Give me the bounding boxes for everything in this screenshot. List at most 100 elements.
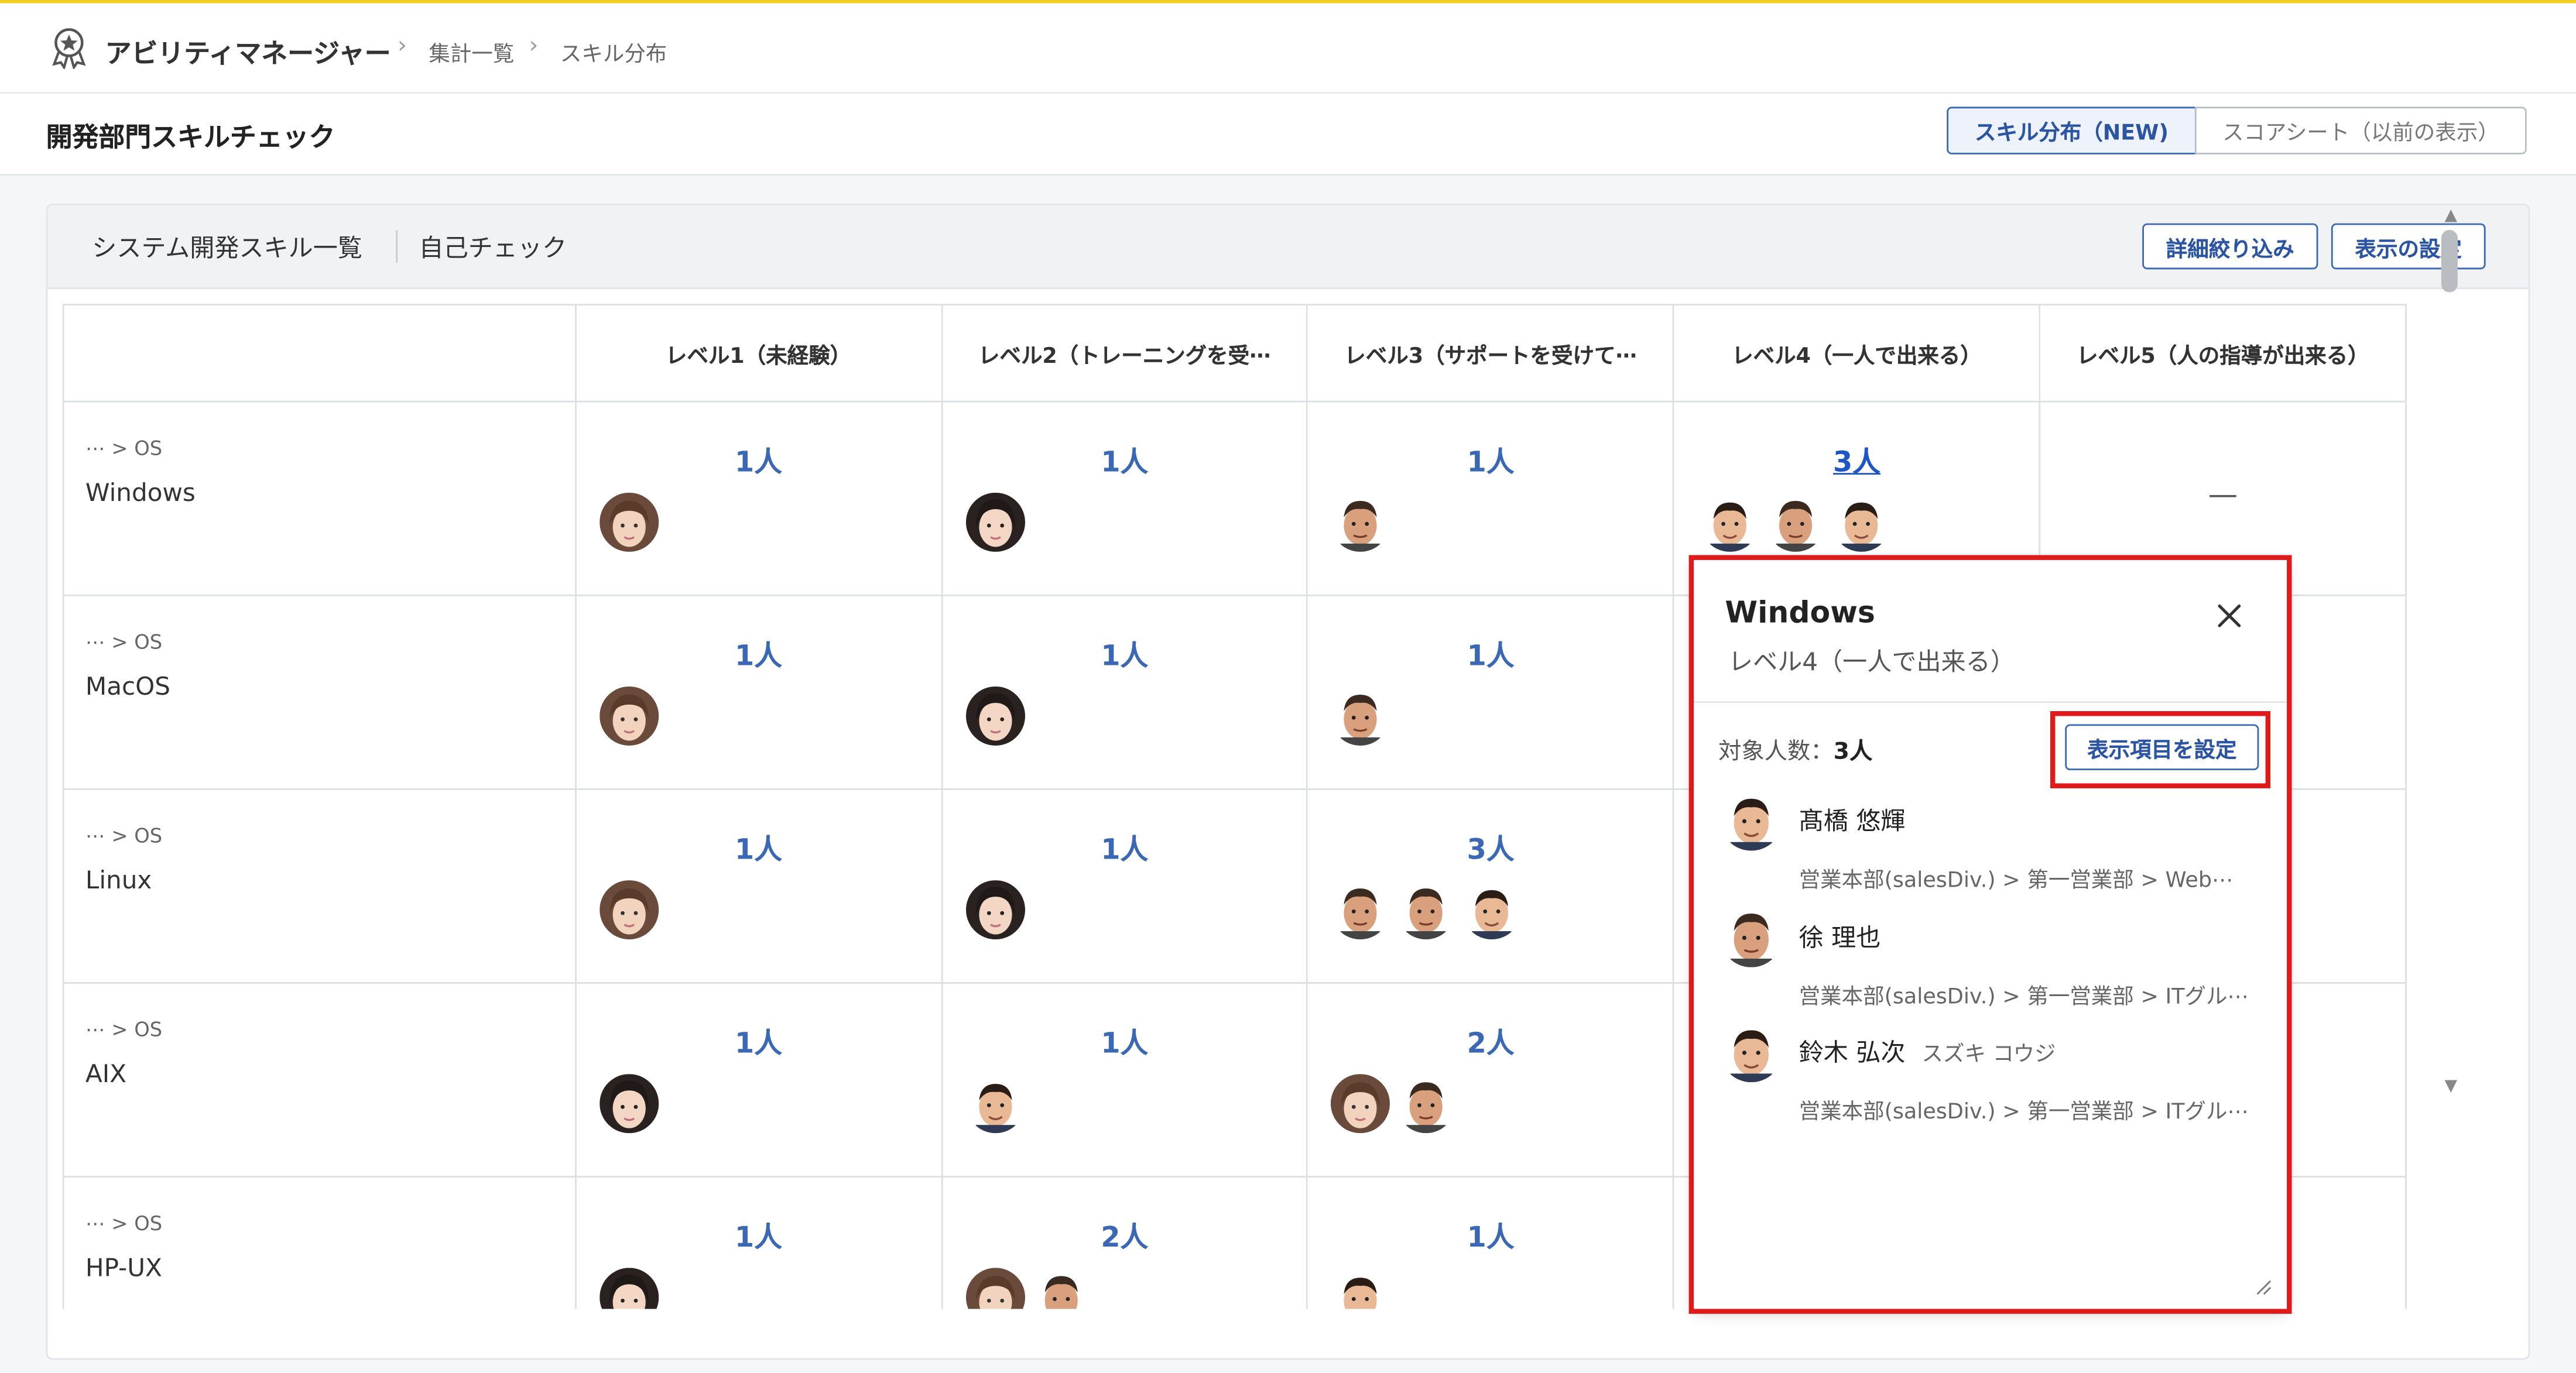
avatar[interactable] xyxy=(1031,1268,1090,1309)
member-count-link[interactable]: 1人 xyxy=(576,1214,941,1255)
avatar[interactable] xyxy=(1397,880,1456,939)
skill-path: ⋯ > OS xyxy=(85,1211,163,1235)
member-count-value: 3人 xyxy=(1833,739,1873,766)
column-header: レベル1（未経験） xyxy=(574,304,943,403)
avatar xyxy=(1720,788,1783,851)
award-ribbon-icon xyxy=(52,28,86,69)
view-skill-distribution-button[interactable]: スキル分布（NEW) xyxy=(1947,107,2197,155)
member-count-label: 対象人数：3人 xyxy=(1718,734,1872,767)
member-count-link[interactable]: 1人 xyxy=(1308,632,1673,673)
avatar[interactable] xyxy=(600,880,659,939)
skill-name: HP-UX xyxy=(85,1253,162,1283)
level-cell: 2人 xyxy=(1307,982,1675,1178)
avatar[interactable] xyxy=(965,686,1025,746)
member-kana: スズキ コウジ xyxy=(1921,1042,2056,1067)
app-window: アビリティマネージャー › 集計一覧 › スキル分布 開発部門スキルチェック ス… xyxy=(0,0,2576,1373)
avatar[interactable] xyxy=(600,493,659,552)
level-cell: 1人 xyxy=(1307,400,1675,596)
avatar xyxy=(1720,905,1783,967)
avatar[interactable] xyxy=(1331,1268,1390,1309)
scroll-down-arrow-icon[interactable]: ▼ xyxy=(2444,1077,2457,1096)
level-cell: 1人 xyxy=(1307,1176,1675,1309)
skill-name: AIX xyxy=(85,1059,126,1089)
popup-title: Windows xyxy=(1725,596,1875,631)
avatar[interactable] xyxy=(965,1268,1025,1309)
member-count-link[interactable]: 2人 xyxy=(943,1214,1307,1255)
scroll-up-arrow-icon[interactable]: ▲ xyxy=(2444,207,2457,225)
table-header-row: レベル1（未経験） レベル2（トレーニングを受⋯ レベル3（サポートを受けて⋯ … xyxy=(62,304,2407,403)
column-header: レベル3（サポートを受けて⋯ xyxy=(1307,304,1675,403)
level-cell: 1人 xyxy=(574,400,943,596)
member-count-link[interactable]: 1人 xyxy=(943,1020,1307,1061)
breadcrumb-skill-distribution: スキル分布 xyxy=(560,42,667,68)
divider xyxy=(1694,701,2287,703)
member-count-link[interactable]: 3人 xyxy=(1674,438,2039,479)
member-count-link[interactable]: 1人 xyxy=(943,632,1307,673)
configure-display-items-button[interactable]: 表示項目を設定 xyxy=(2065,724,2259,771)
member-count-link[interactable]: 1人 xyxy=(576,826,941,867)
avatar[interactable] xyxy=(965,493,1025,552)
divider xyxy=(396,229,398,263)
level-cell: 2人 xyxy=(940,1176,1308,1309)
empty-value: — xyxy=(2208,478,2238,513)
member-item[interactable]: 徐 理也 営業本部(salesDiv.) > 第一営業部 > ITグル⋯ xyxy=(1720,905,2279,1010)
panel-header: システム開発スキル一覧 自己チェック 詳細絞り込み 表示の設定 xyxy=(47,205,2529,289)
avatar[interactable] xyxy=(600,686,659,746)
member-full-name: 徐 理也 xyxy=(1799,923,1881,953)
close-icon[interactable] xyxy=(2207,593,2253,639)
member-item[interactable]: 髙橋 悠輝 営業本部(salesDiv.) > 第一営業部 > Web⋯ xyxy=(1720,788,2279,894)
level-cell: 1人 xyxy=(574,1176,943,1309)
avatar[interactable] xyxy=(1766,493,1825,552)
avatar[interactable] xyxy=(1331,686,1390,746)
member-count-link[interactable]: 1人 xyxy=(943,826,1307,867)
skill-name: MacOS xyxy=(85,671,171,702)
skill-path: ⋯ > OS xyxy=(85,824,163,847)
skill-path: ⋯ > OS xyxy=(85,1018,163,1042)
level-cell: 1人 xyxy=(940,400,1308,596)
member-full-name: 髙橋 悠輝 xyxy=(1799,806,1906,836)
avatar[interactable] xyxy=(1463,880,1522,939)
member-item[interactable]: 鈴木 弘次 スズキ コウジ 営業本部(salesDiv.) > 第一営業部 > I… xyxy=(1720,1020,2279,1125)
column-header: レベル4（一人で出来る） xyxy=(1673,304,2041,403)
member-count-link[interactable]: 1人 xyxy=(1308,438,1673,479)
member-count-link[interactable]: 2人 xyxy=(1308,1020,1673,1061)
breadcrumb-summary-list[interactable]: 集計一覧 xyxy=(429,36,514,67)
member-count-link[interactable]: 1人 xyxy=(943,438,1307,479)
level-cell: 1人 xyxy=(574,982,943,1178)
member-detail-popup: Windows レベル4（一人で出来る） 対象人数：3人 表示項目を設定 髙橋 … xyxy=(1694,560,2287,1309)
view-score-sheet-button[interactable]: スコアシート（以前の表示） xyxy=(2194,107,2527,155)
app-title[interactable]: アビリティマネージャー xyxy=(105,31,391,70)
member-department: 営業本部(salesDiv.) > 第一営業部 > Web⋯ xyxy=(1799,869,2234,894)
member-count-link[interactable]: 1人 xyxy=(576,632,941,673)
member-count-link[interactable]: 1人 xyxy=(1308,1214,1673,1255)
skill-cell: ⋯ > OS MacOS xyxy=(62,594,577,790)
column-header: レベル5（人の指導が出来る） xyxy=(2039,304,2407,403)
level-cell: 1人 xyxy=(940,594,1308,790)
app-header: アビリティマネージャー › 集計一覧 › スキル分布 xyxy=(0,3,2576,94)
avatar[interactable] xyxy=(1331,493,1390,552)
member-full-name: 鈴木 弘次 xyxy=(1799,1038,1906,1067)
display-settings-button[interactable]: 表示の設定 xyxy=(2331,223,2486,270)
avatar[interactable] xyxy=(965,1074,1025,1133)
level-cell: 1人 xyxy=(574,788,943,984)
avatar[interactable] xyxy=(1397,1074,1456,1133)
skill-name: Windows xyxy=(85,478,196,508)
avatar[interactable] xyxy=(1331,1074,1390,1133)
avatar[interactable] xyxy=(965,880,1025,939)
filter-button[interactable]: 詳細絞り込み xyxy=(2142,223,2318,270)
member-count-link[interactable]: 1人 xyxy=(576,1020,941,1061)
member-count-link[interactable]: 1人 xyxy=(576,438,941,479)
avatar[interactable] xyxy=(1331,880,1390,939)
resize-handle-icon[interactable] xyxy=(2252,1276,2272,1296)
level-cell: 1人 xyxy=(1307,594,1675,790)
skill-cell: ⋯ > OS HP-UX xyxy=(62,1176,577,1309)
page-subheader: 開発部門スキルチェック スキル分布（NEW) スコアシート（以前の表示） xyxy=(0,93,2576,176)
member-count-caption: 対象人数： xyxy=(1718,739,1834,766)
avatar[interactable] xyxy=(1832,493,1892,552)
avatar[interactable] xyxy=(600,1268,659,1309)
avatar[interactable] xyxy=(600,1074,659,1133)
vertical-scrollbar-thumb[interactable] xyxy=(2441,229,2458,293)
column-header: レベル2（トレーニングを受⋯ xyxy=(940,304,1308,403)
member-count-link[interactable]: 3人 xyxy=(1308,826,1673,867)
avatar[interactable] xyxy=(1701,493,1760,552)
